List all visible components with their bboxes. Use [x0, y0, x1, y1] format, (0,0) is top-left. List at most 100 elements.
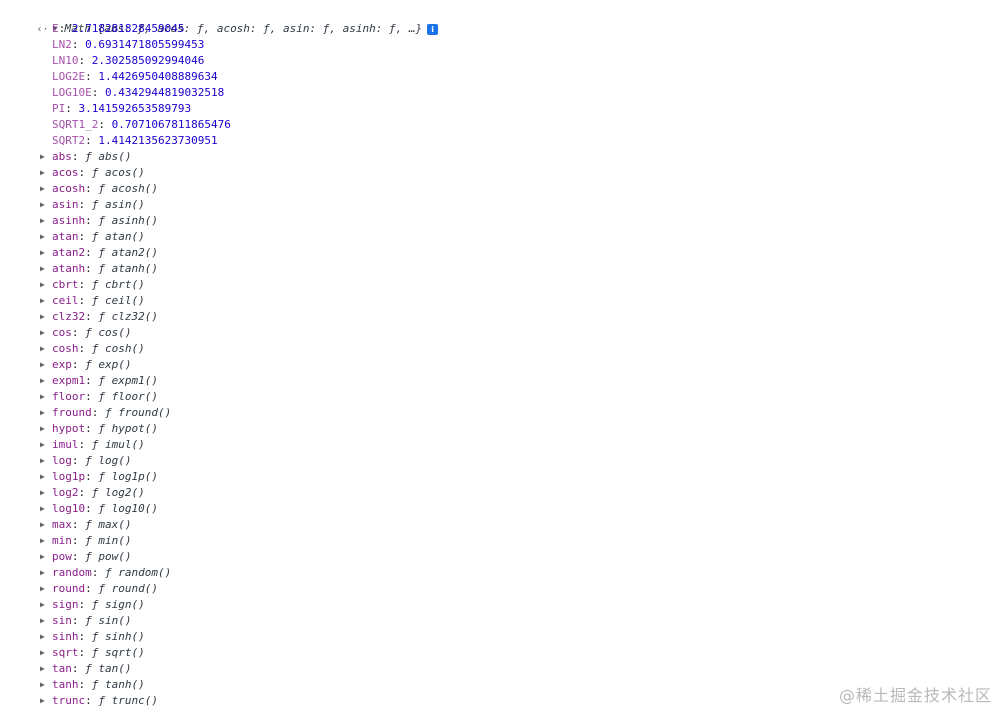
function-row[interactable]: ▶ log1p: ƒ log1p()	[0, 469, 1000, 485]
function-row[interactable]: ▶ log10: ƒ log10()	[0, 501, 1000, 517]
function-row[interactable]: ▶ random: ƒ random()	[0, 565, 1000, 581]
expand-arrow-icon[interactable]: ▶	[40, 533, 52, 549]
property-row: SQRT2: 1.4142135623730951	[0, 133, 1000, 149]
function-row[interactable]: ▶ hypot: ƒ hypot()	[0, 421, 1000, 437]
expand-arrow-icon[interactable]: ▶	[40, 181, 52, 197]
function-value: ƒ imul()	[91, 438, 145, 451]
function-key: log1p	[52, 470, 86, 483]
expand-arrow-icon[interactable]: ▶	[40, 485, 52, 501]
function-row[interactable]: ▶ asin: ƒ asin()	[0, 197, 1000, 213]
function-row[interactable]: ▶ sign: ƒ sign()	[0, 597, 1000, 613]
function-row[interactable]: ▶ round: ƒ round()	[0, 581, 1000, 597]
key-separator: :	[58, 22, 72, 35]
function-key: clz32	[52, 310, 86, 323]
function-row[interactable]: ▶ fround: ƒ fround()	[0, 405, 1000, 421]
expand-arrow-icon[interactable]: ▶	[40, 325, 52, 341]
function-row[interactable]: ▶ sin: ƒ sin()	[0, 613, 1000, 629]
function-row[interactable]: ▶ cbrt: ƒ cbrt()	[0, 277, 1000, 293]
function-value: ƒ atanh()	[98, 262, 158, 275]
expand-arrow-icon[interactable]: ▶	[40, 165, 52, 181]
expand-arrow-icon[interactable]: ▶	[40, 229, 52, 245]
function-value: ƒ clz32()	[98, 310, 158, 323]
function-row[interactable]: ▶ abs: ƒ abs()	[0, 149, 1000, 165]
function-row[interactable]: ▶ acosh: ƒ acosh()	[0, 181, 1000, 197]
expand-arrow-icon[interactable]: ▶	[40, 597, 52, 613]
function-value: ƒ hypot()	[98, 422, 158, 435]
property-row: LOG10E: 0.4342944819032518	[0, 85, 1000, 101]
property-row: LN10: 2.302585092994046	[0, 53, 1000, 69]
function-key: ceil	[52, 294, 79, 307]
function-key: acosh	[52, 182, 86, 195]
function-row[interactable]: ▶ atan: ƒ atan()	[0, 229, 1000, 245]
function-row[interactable]: ▶ cosh: ƒ cosh()	[0, 341, 1000, 357]
function-row[interactable]: ▶ tan: ƒ tan()	[0, 661, 1000, 677]
function-row[interactable]: ▶ min: ƒ min()	[0, 533, 1000, 549]
function-key: round	[52, 582, 86, 595]
math-object-header[interactable]: ‹· ▼ Math {abs: ƒ, acos: ƒ, acosh: ƒ, asin…	[0, 5, 1000, 35]
expand-arrow-icon[interactable]: ▶	[40, 213, 52, 229]
function-row[interactable]: ▶ acos: ƒ acos()	[0, 165, 1000, 181]
expand-arrow-icon[interactable]: ▶	[40, 613, 52, 629]
property-key: E	[52, 22, 59, 35]
expand-arrow-icon[interactable]: ▶	[40, 149, 52, 165]
function-value: ƒ sinh()	[91, 630, 145, 643]
function-row[interactable]: ▶ atanh: ƒ atanh()	[0, 261, 1000, 277]
expand-arrow-icon[interactable]: ▶	[40, 469, 52, 485]
property-row: LOG2E: 1.4426950408889634	[0, 69, 1000, 85]
expand-arrow-icon[interactable]: ▶	[40, 389, 52, 405]
function-row[interactable]: ▶ log: ƒ log()	[0, 453, 1000, 469]
expand-arrow-icon[interactable]: ▶	[40, 437, 52, 453]
key-separator: :	[78, 342, 92, 355]
expand-arrow-icon[interactable]: ▶	[40, 245, 52, 261]
expand-arrow-icon[interactable]: ▶	[40, 645, 52, 661]
property-row: SQRT1_2: 0.7071067811865476	[0, 117, 1000, 133]
function-value: ƒ tan()	[85, 662, 132, 675]
expand-arrow-icon[interactable]: ▶	[40, 549, 52, 565]
expand-arrow-icon[interactable]: ▶	[40, 421, 52, 437]
expand-arrow-icon[interactable]: ▶	[40, 581, 52, 597]
function-key: max	[52, 518, 72, 531]
expand-arrow-icon[interactable]: ▶	[40, 309, 52, 325]
expand-arrow-icon[interactable]: ▶	[40, 293, 52, 309]
function-row[interactable]: ▶ cos: ƒ cos()	[0, 325, 1000, 341]
function-row[interactable]: ▶ imul: ƒ imul()	[0, 437, 1000, 453]
function-row[interactable]: ▶ atan2: ƒ atan2()	[0, 245, 1000, 261]
function-row[interactable]: ▶ ceil: ƒ ceil()	[0, 293, 1000, 309]
expand-arrow-icon[interactable]: ▶	[40, 405, 52, 421]
function-key: log10	[52, 502, 86, 515]
function-value: ƒ max()	[85, 518, 132, 531]
function-row[interactable]: ▶ asinh: ƒ asinh()	[0, 213, 1000, 229]
expand-arrow-icon[interactable]: ▶	[40, 261, 52, 277]
key-separator: :	[71, 534, 86, 547]
function-key: pow	[52, 550, 72, 563]
function-key: hypot	[52, 422, 86, 435]
function-key: imul	[52, 438, 79, 451]
expand-arrow-icon[interactable]: ▶	[40, 373, 52, 389]
key-separator: :	[85, 390, 99, 403]
expand-arrow-icon[interactable]: ▶	[40, 341, 52, 357]
expand-arrow-icon[interactable]: ▶	[40, 501, 52, 517]
expand-arrow-icon[interactable]: ▶	[40, 629, 52, 645]
key-separator: :	[78, 598, 92, 611]
function-key: log2	[52, 486, 79, 499]
function-row[interactable]: ▶ sqrt: ƒ sqrt()	[0, 645, 1000, 661]
function-row[interactable]: ▶ exp: ƒ exp()	[0, 357, 1000, 373]
expand-arrow-icon[interactable]: ▶	[40, 693, 52, 709]
function-row[interactable]: ▶ sinh: ƒ sinh()	[0, 629, 1000, 645]
expand-arrow-icon[interactable]: ▶	[40, 277, 52, 293]
function-row[interactable]: ▶ max: ƒ max()	[0, 517, 1000, 533]
function-row[interactable]: ▶ expm1: ƒ expm1()	[0, 373, 1000, 389]
expand-arrow-icon[interactable]: ▶	[40, 357, 52, 373]
property-key: LN10	[52, 54, 79, 67]
expand-arrow-icon[interactable]: ▶	[40, 197, 52, 213]
expand-arrow-icon[interactable]: ▶	[40, 453, 52, 469]
function-row[interactable]: ▶ clz32: ƒ clz32()	[0, 309, 1000, 325]
key-separator: :	[85, 70, 99, 83]
function-row[interactable]: ▶ floor: ƒ floor()	[0, 389, 1000, 405]
expand-arrow-icon[interactable]: ▶	[40, 677, 52, 693]
function-row[interactable]: ▶ log2: ƒ log2()	[0, 485, 1000, 501]
expand-arrow-icon[interactable]: ▶	[40, 565, 52, 581]
expand-arrow-icon[interactable]: ▶	[40, 661, 52, 677]
expand-arrow-icon[interactable]: ▶	[40, 517, 52, 533]
function-row[interactable]: ▶ pow: ƒ pow()	[0, 549, 1000, 565]
